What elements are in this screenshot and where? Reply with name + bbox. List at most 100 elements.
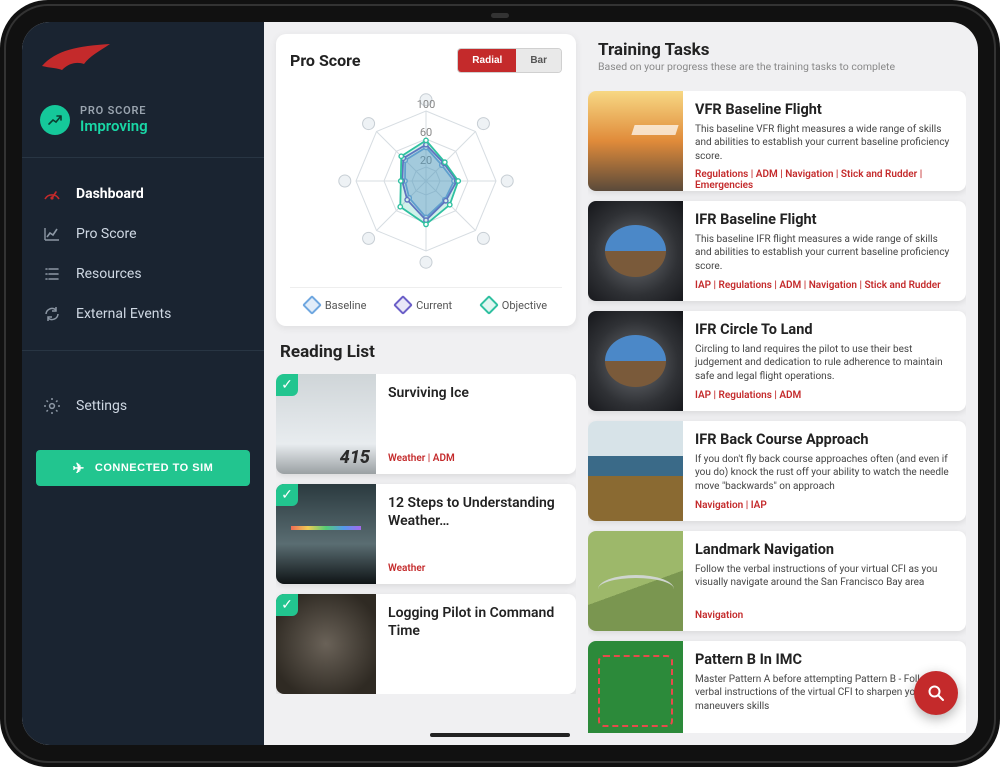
training-task[interactable]: IFR Baseline Flight This baseline IFR fl… — [588, 201, 966, 301]
connect-label: CONNECTED TO SIM — [95, 462, 213, 474]
check-icon: ✓ — [276, 374, 298, 396]
task-tags — [695, 725, 954, 731]
nav-settings[interactable]: Settings — [22, 386, 264, 426]
training-task[interactable]: Landmark Navigation Follow the verbal in… — [588, 531, 966, 631]
nav-external-events[interactable]: External Events — [22, 294, 264, 334]
task-tags: IAP | Regulations | ADM — [695, 384, 954, 401]
task-desc: Circling to land requires the pilot to u… — [695, 343, 954, 384]
pro-score-card: Pro Score Radial Bar 2060100 Baseline Cu… — [276, 34, 576, 326]
reading-item[interactable]: ✓ Logging Pilot in Command Time — [276, 594, 576, 694]
task-thumb — [588, 421, 683, 521]
right-column: Training Tasks Based on your progress th… — [588, 34, 966, 733]
gear-icon — [42, 396, 62, 416]
task-thumb — [588, 311, 683, 411]
chart-line-icon — [42, 224, 62, 244]
search-fab[interactable] — [914, 671, 958, 715]
pro-score-summary[interactable]: PRO SCORE Improving — [22, 100, 264, 157]
connect-sim-button[interactable]: ✈ CONNECTED TO SIM — [36, 450, 250, 486]
pro-score-label: PRO SCORE — [80, 104, 148, 117]
diamond-icon — [479, 295, 499, 315]
reading-thumb: ✓ — [276, 374, 376, 474]
reading-list-title: Reading List — [276, 338, 576, 362]
nav-label: Settings — [76, 398, 127, 414]
diamond-icon — [302, 295, 322, 315]
reading-item[interactable]: ✓ Surviving Ice Weather | ADM — [276, 374, 576, 474]
toggle-bar-button[interactable]: Bar — [516, 49, 561, 72]
chart-mode-toggle: Radial Bar — [457, 48, 562, 73]
reading-thumb: ✓ — [276, 484, 376, 584]
task-tags: Navigation | IAP — [695, 494, 954, 511]
search-icon — [926, 683, 946, 703]
nav-label: Resources — [76, 266, 142, 282]
app-logo — [22, 36, 264, 100]
task-tags: Navigation — [695, 604, 954, 621]
toggle-radial-button[interactable]: Radial — [458, 49, 516, 72]
left-column: Pro Score Radial Bar 2060100 Baseline Cu… — [276, 34, 576, 733]
legend-objective: Objective — [482, 298, 547, 312]
task-thumb — [588, 641, 683, 733]
task-body: VFR Baseline Flight This baseline VFR fl… — [683, 91, 966, 191]
training-task[interactable]: IFR Back Course Approach If you don't fl… — [588, 421, 966, 521]
task-desc: This baseline IFR flight measures a wide… — [695, 233, 954, 274]
diamond-icon — [393, 295, 413, 315]
reading-title: Logging Pilot in Command Time — [388, 604, 564, 640]
reading-title: Surviving Ice — [388, 384, 564, 402]
nav-label: External Events — [76, 306, 171, 322]
reading-list: ✓ Surviving Ice Weather | ADM ✓ 12 Steps… — [276, 374, 576, 694]
legend-baseline: Baseline — [305, 298, 367, 312]
check-icon: ✓ — [276, 594, 298, 616]
bird-logo-icon — [40, 42, 112, 76]
reading-thumb: ✓ — [276, 594, 376, 694]
training-task[interactable]: Pattern B In IMC Master Pattern A before… — [588, 641, 966, 733]
list-icon — [42, 264, 62, 284]
airplane-icon: ✈ — [73, 460, 85, 477]
task-title: IFR Circle To Land — [695, 321, 954, 340]
nav-resources[interactable]: Resources — [22, 254, 264, 294]
nav-label: Dashboard — [76, 186, 144, 202]
training-title: Training Tasks — [594, 36, 960, 60]
task-body: IFR Circle To Land Circling to land requ… — [683, 311, 966, 411]
task-tags: IAP | Regulations | ADM | Navigation | S… — [695, 274, 954, 291]
task-title: Pattern B In IMC — [695, 651, 954, 670]
check-icon: ✓ — [276, 484, 298, 506]
training-task-list: VFR Baseline Flight This baseline VFR fl… — [588, 91, 966, 733]
task-title: Landmark Navigation — [695, 541, 954, 560]
task-desc: Follow the verbal instructions of your v… — [695, 563, 954, 590]
svg-text:60: 60 — [420, 126, 432, 139]
gauge-icon — [42, 184, 62, 204]
trend-up-icon — [40, 105, 70, 135]
task-desc: If you don't fly back course approaches … — [695, 453, 954, 494]
reading-item[interactable]: ✓ 12 Steps to Understanding Weather… Wea… — [276, 484, 576, 584]
svg-text:100: 100 — [417, 98, 436, 111]
tablet-frame: PRO SCORE Improving Dashboard Pro Score — [0, 0, 1000, 767]
reading-body: Logging Pilot in Command Time — [376, 594, 576, 694]
main-content: Pro Score Radial Bar 2060100 Baseline Cu… — [264, 22, 978, 745]
task-title: IFR Back Course Approach — [695, 431, 954, 450]
refresh-icon — [42, 304, 62, 324]
pro-score-title: Pro Score — [290, 51, 361, 70]
task-title: VFR Baseline Flight — [695, 101, 954, 120]
pro-score-status: Improving — [80, 117, 148, 135]
task-thumb — [588, 531, 683, 631]
home-indicator — [430, 733, 570, 737]
nav-pro-score[interactable]: Pro Score — [22, 214, 264, 254]
sidebar: PRO SCORE Improving Dashboard Pro Score — [22, 22, 264, 745]
training-subtitle: Based on your progress these are the tra… — [594, 60, 960, 79]
reading-tags: Weather | ADM — [388, 447, 564, 464]
radar-chart: 2060100 — [290, 81, 562, 281]
camera-notch — [491, 13, 509, 18]
reading-tags: Weather — [388, 557, 564, 574]
reading-tags — [388, 678, 564, 684]
nav-dashboard[interactable]: Dashboard — [22, 174, 264, 214]
reading-body: 12 Steps to Understanding Weather… Weath… — [376, 484, 576, 584]
app-screen: PRO SCORE Improving Dashboard Pro Score — [22, 22, 978, 745]
task-desc: This baseline VFR flight measures a wide… — [695, 123, 954, 164]
task-thumb — [588, 91, 683, 191]
nav-label: Pro Score — [76, 226, 137, 242]
task-body: IFR Back Course Approach If you don't fl… — [683, 421, 966, 521]
chart-legend: Baseline Current Objective — [290, 287, 562, 312]
training-task[interactable]: IFR Circle To Land Circling to land requ… — [588, 311, 966, 411]
training-task[interactable]: VFR Baseline Flight This baseline VFR fl… — [588, 91, 966, 191]
reading-title: 12 Steps to Understanding Weather… — [388, 494, 564, 530]
task-body: IFR Baseline Flight This baseline IFR fl… — [683, 201, 966, 301]
